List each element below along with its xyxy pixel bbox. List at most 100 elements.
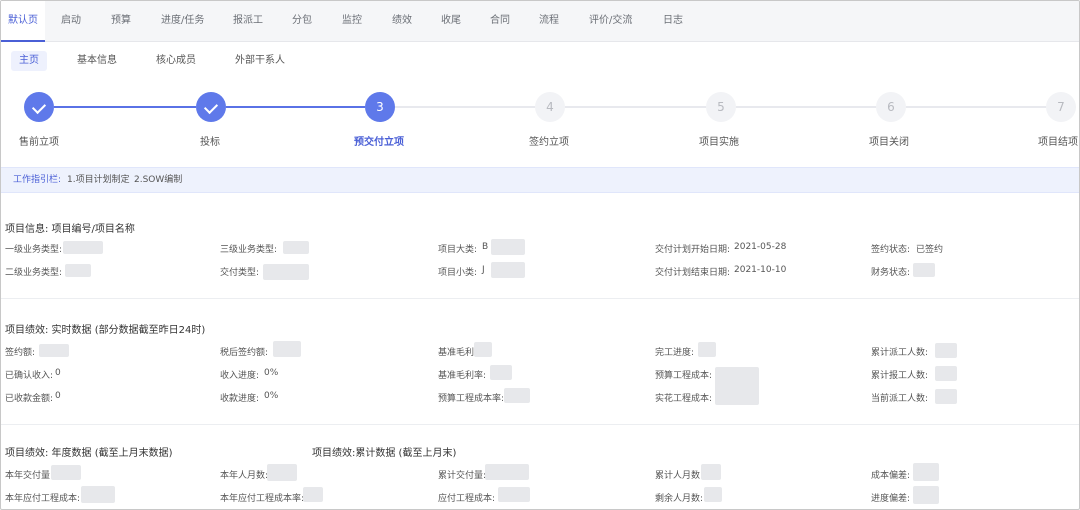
step-connector — [906, 106, 1046, 108]
label-actual-cost: 实花工程成本: — [655, 394, 713, 404]
label-baseline-margin-rate: 基准毛利率: — [438, 371, 487, 381]
redacted-value — [491, 262, 525, 278]
section-divider — [1, 424, 1079, 425]
label-baseline-margin: 基准毛利: — [438, 348, 478, 358]
tab-progress[interactable]: 进度/任务 — [161, 1, 204, 41]
step-2-check-icon[interactable] — [196, 92, 226, 122]
redacted-value — [704, 487, 722, 502]
redacted-value — [498, 487, 530, 502]
redacted-value — [913, 463, 939, 481]
redacted-value — [63, 241, 103, 254]
step-7-circle[interactable]: 7 — [1046, 92, 1076, 122]
redacted-value — [283, 241, 309, 254]
step-label-presales: 售前立项 — [19, 137, 59, 148]
section-title-realtime-performance: 项目绩效: 实时数据 (部分数据截至昨日24时) — [5, 325, 206, 336]
label-sign-amount: 签约额: — [5, 348, 36, 358]
project-stage-steps: 3 4 5 6 7 售前立项 投标 预交付立项 签约立项 项目实施 项目关闭 项… — [1, 81, 1079, 156]
tab-subcontract[interactable]: 分包 — [292, 1, 312, 41]
subtab-basic-info[interactable]: 基本信息 — [69, 51, 125, 71]
step-connector — [54, 106, 196, 108]
label-cumulative-man-months: 累计人月数: — [655, 471, 704, 481]
guide-label: 工作指引栏: — [13, 175, 62, 185]
tab-budget[interactable]: 预算 — [111, 1, 131, 41]
step-6-circle[interactable]: 6 — [876, 92, 906, 122]
label-year-payable-cost: 本年应付工程成本: — [5, 494, 81, 504]
label-cost-deviation: 成本偏差: — [871, 471, 911, 481]
redacted-value — [303, 487, 323, 502]
redacted-value — [81, 486, 115, 503]
value-plan-start: 2021-05-28 — [734, 242, 787, 252]
step-connector — [395, 106, 535, 108]
label-level3-type: 三级业务类型: — [220, 245, 278, 255]
section-divider — [1, 298, 1079, 299]
label-level1-type: 一级业务类型: — [5, 245, 63, 255]
tab-default[interactable]: 默认页 — [1, 1, 45, 42]
label-cumulative-delivery: 累计交付量: — [438, 471, 487, 481]
redacted-value — [504, 388, 530, 403]
redacted-value — [698, 342, 716, 357]
step-connector — [565, 106, 706, 108]
label-remaining-man-months: 剩余人月数: — [655, 494, 704, 504]
redacted-value — [263, 264, 309, 280]
step-3-circle[interactable]: 3 — [365, 92, 395, 122]
redacted-value — [267, 464, 297, 481]
tab-start[interactable]: 启动 — [61, 1, 81, 41]
label-year-payable-cost-rate: 本年应付工程成本率: — [220, 494, 305, 504]
redacted-value — [65, 264, 91, 277]
label-progress-deviation: 进度偏差: — [871, 494, 911, 504]
tab-contract[interactable]: 合同 — [490, 1, 510, 41]
sub-nav: 主页 基本信息 核心成员 外部干系人 — [1, 42, 1079, 79]
step-connector — [226, 106, 365, 108]
tab-monitor[interactable]: 监控 — [342, 1, 362, 41]
subtab-external-stakeholders[interactable]: 外部干系人 — [227, 51, 293, 71]
value-project-major: B — [482, 242, 489, 252]
label-income-progress: 收入进度: — [220, 371, 260, 381]
tab-report-dispatch[interactable]: 报派工 — [233, 1, 263, 41]
step-label-signing: 签约立项 — [529, 137, 569, 148]
redacted-value — [51, 465, 81, 480]
label-year-delivery: 本年交付量: — [5, 471, 54, 481]
label-cumulative-report: 累计报工人数: — [871, 371, 929, 381]
step-4-circle[interactable]: 4 — [535, 92, 565, 122]
step-label-implementation: 项目实施 — [699, 137, 739, 148]
step-1-check-icon[interactable] — [24, 92, 54, 122]
guide-item-sow[interactable]: 2.SOW编制 — [134, 168, 182, 192]
step-5-circle[interactable]: 5 — [706, 92, 736, 122]
step-label-pre-delivery: 预交付立项 — [354, 137, 404, 148]
redacted-value — [913, 263, 935, 277]
label-tax-free-sign: 税后签约额: — [220, 348, 269, 358]
redacted-value — [490, 365, 512, 380]
label-payable-cost: 应付工程成本: — [438, 494, 496, 504]
guide-item-plan[interactable]: 1.项目计划制定 — [67, 168, 130, 192]
label-collected-amount: 已收款金额: — [5, 394, 54, 404]
tab-log[interactable]: 日志 — [663, 1, 683, 41]
redacted-value — [485, 464, 529, 480]
value-plan-end: 2021-10-10 — [734, 265, 787, 275]
redacted-value — [935, 343, 957, 358]
subtab-core-members[interactable]: 核心成员 — [148, 51, 204, 71]
tab-workflow[interactable]: 流程 — [539, 1, 559, 41]
label-completion-progress: 完工进度: — [655, 348, 695, 358]
value-sign-status: 已签约 — [916, 245, 944, 255]
redacted-value — [491, 239, 525, 255]
redacted-value — [701, 464, 721, 480]
step-label-bidding: 投标 — [200, 137, 220, 148]
label-collect-progress: 收款进度: — [220, 394, 260, 404]
tab-closing[interactable]: 收尾 — [441, 1, 461, 41]
app-frame: 默认页 启动 预算 进度/任务 报派工 分包 监控 绩效 收尾 合同 流程 评价… — [0, 0, 1080, 510]
tab-performance[interactable]: 绩效 — [392, 1, 412, 41]
subtab-home[interactable]: 主页 — [11, 51, 47, 71]
label-delivery-type: 交付类型: — [220, 268, 260, 278]
label-year-man-months: 本年人月数: — [220, 471, 269, 481]
redacted-value — [715, 367, 759, 405]
label-confirmed-income: 已确认收入: — [5, 371, 54, 381]
tab-evaluation[interactable]: 评价/交流 — [589, 1, 632, 41]
value-confirmed-income: 0 — [55, 368, 61, 378]
label-cumulative-dispatch: 累计派工人数: — [871, 348, 929, 358]
top-nav: 默认页 启动 预算 进度/任务 报派工 分包 监控 绩效 收尾 合同 流程 评价… — [1, 1, 1079, 42]
work-guide-bar: 工作指引栏: 1.项目计划制定 2.SOW编制 — [1, 167, 1079, 193]
section-title-cumulative-performance: 项目绩效:累计数据 (截至上月末) — [312, 448, 457, 459]
label-current-dispatch: 当前派工人数: — [871, 394, 929, 404]
redacted-value — [913, 486, 939, 504]
label-finance-status: 财务状态: — [871, 268, 911, 278]
